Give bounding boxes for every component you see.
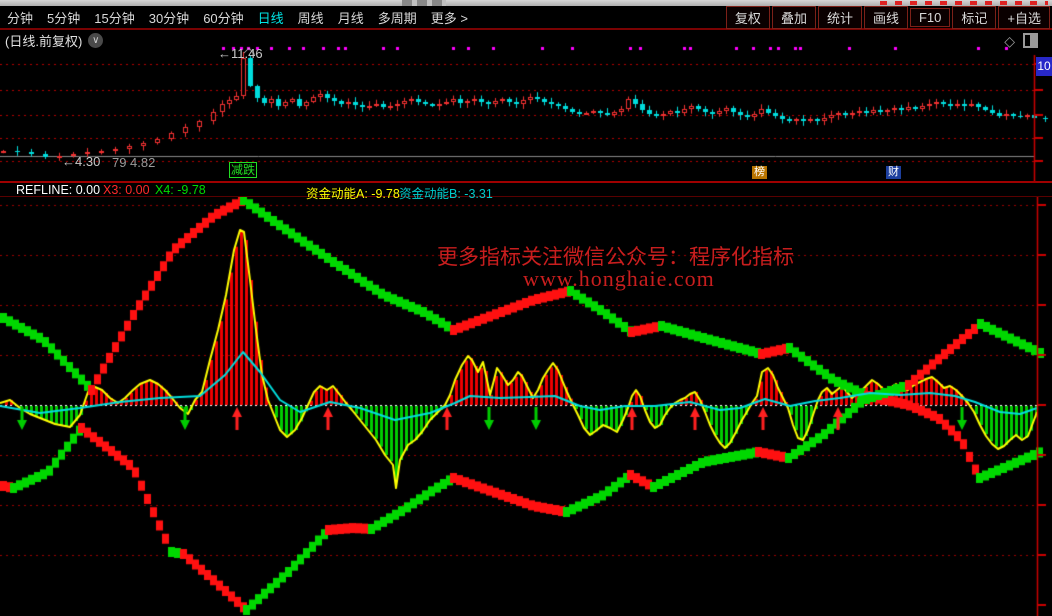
draw-line-button[interactable]: 画线 bbox=[864, 6, 908, 29]
adjust-price-button[interactable]: 复权 bbox=[726, 6, 770, 29]
period-tab-30min[interactable]: 30分钟 bbox=[142, 8, 196, 27]
period-tab-multi[interactable]: 多周期 bbox=[371, 8, 424, 27]
watermark-line2: www.honghaie.com bbox=[523, 266, 715, 292]
jiandie-marker[interactable]: 减跌 bbox=[229, 162, 257, 178]
price-axis-label: 10 bbox=[1036, 57, 1052, 76]
price-high-annotation: ←11.46 bbox=[218, 46, 263, 61]
toolbar: 分钟 5分钟 15分钟 30分钟 60分钟 日线 周线 月线 多周期 更多 > … bbox=[0, 6, 1052, 30]
mark-button[interactable]: 标记 bbox=[952, 6, 996, 29]
news-marker-bang[interactable]: 榜 bbox=[752, 166, 767, 179]
indicator-fund-a-value: 资金动能A: -9.78 bbox=[306, 183, 400, 202]
period-tab-weekly[interactable]: 周线 bbox=[291, 8, 331, 27]
period-tab-15min[interactable]: 15分钟 bbox=[87, 8, 141, 27]
candlestick-chart-canvas[interactable] bbox=[0, 30, 1052, 181]
indicator-refline-value: REFLINE: 0.00 bbox=[16, 183, 100, 197]
chevron-down-icon[interactable]: ∨ bbox=[88, 33, 103, 48]
period-tabs: 分钟 5分钟 15分钟 30分钟 60分钟 日线 周线 月线 多周期 更多 > bbox=[0, 8, 475, 27]
f10-button[interactable]: F10 bbox=[910, 8, 950, 27]
period-tab-more[interactable]: 更多 > bbox=[424, 8, 475, 27]
chart-title: (日线.前复权) ∨ bbox=[5, 31, 103, 50]
news-marker-cai[interactable]: 财 bbox=[886, 166, 901, 179]
period-tab-minute[interactable]: 分钟 bbox=[0, 8, 40, 27]
indicator-x4-value: X4: -9.78 bbox=[155, 183, 206, 197]
add-watchlist-button[interactable]: +自选 bbox=[998, 6, 1050, 29]
overlay-button[interactable]: 叠加 bbox=[772, 6, 816, 29]
indicator-header: REFLINE: 0.00 X3: 0.00 X4: -9.78 资金动能A: … bbox=[0, 183, 1052, 196]
title-bar-remnant-text bbox=[880, 1, 1048, 5]
diamond-icon[interactable]: ◇ bbox=[1004, 34, 1015, 48]
tool-buttons: 复权 叠加 统计 画线 F10 标记 +自选 bbox=[724, 6, 1052, 29]
panel-layout-icon[interactable] bbox=[1023, 33, 1038, 48]
price-low-frag1: 79 bbox=[112, 155, 126, 170]
period-tab-60min[interactable]: 60分钟 bbox=[196, 8, 250, 27]
chart-title-label: (日线.前复权) bbox=[5, 31, 82, 50]
indicator-fund-b-value: 资金动能B: -3.31 bbox=[399, 183, 493, 202]
price-low-frag2: 4.82 bbox=[130, 155, 155, 170]
period-tab-daily[interactable]: 日线 bbox=[251, 8, 291, 27]
stats-button[interactable]: 统计 bbox=[818, 6, 862, 29]
period-tab-5min[interactable]: 5分钟 bbox=[40, 8, 87, 27]
panel-window-icons: ◇ bbox=[1004, 33, 1038, 48]
indicator-x3-value: X3: 0.00 bbox=[103, 183, 150, 197]
price-low-annotation: ←4.30 bbox=[62, 154, 100, 169]
period-tab-monthly[interactable]: 月线 bbox=[331, 8, 371, 27]
